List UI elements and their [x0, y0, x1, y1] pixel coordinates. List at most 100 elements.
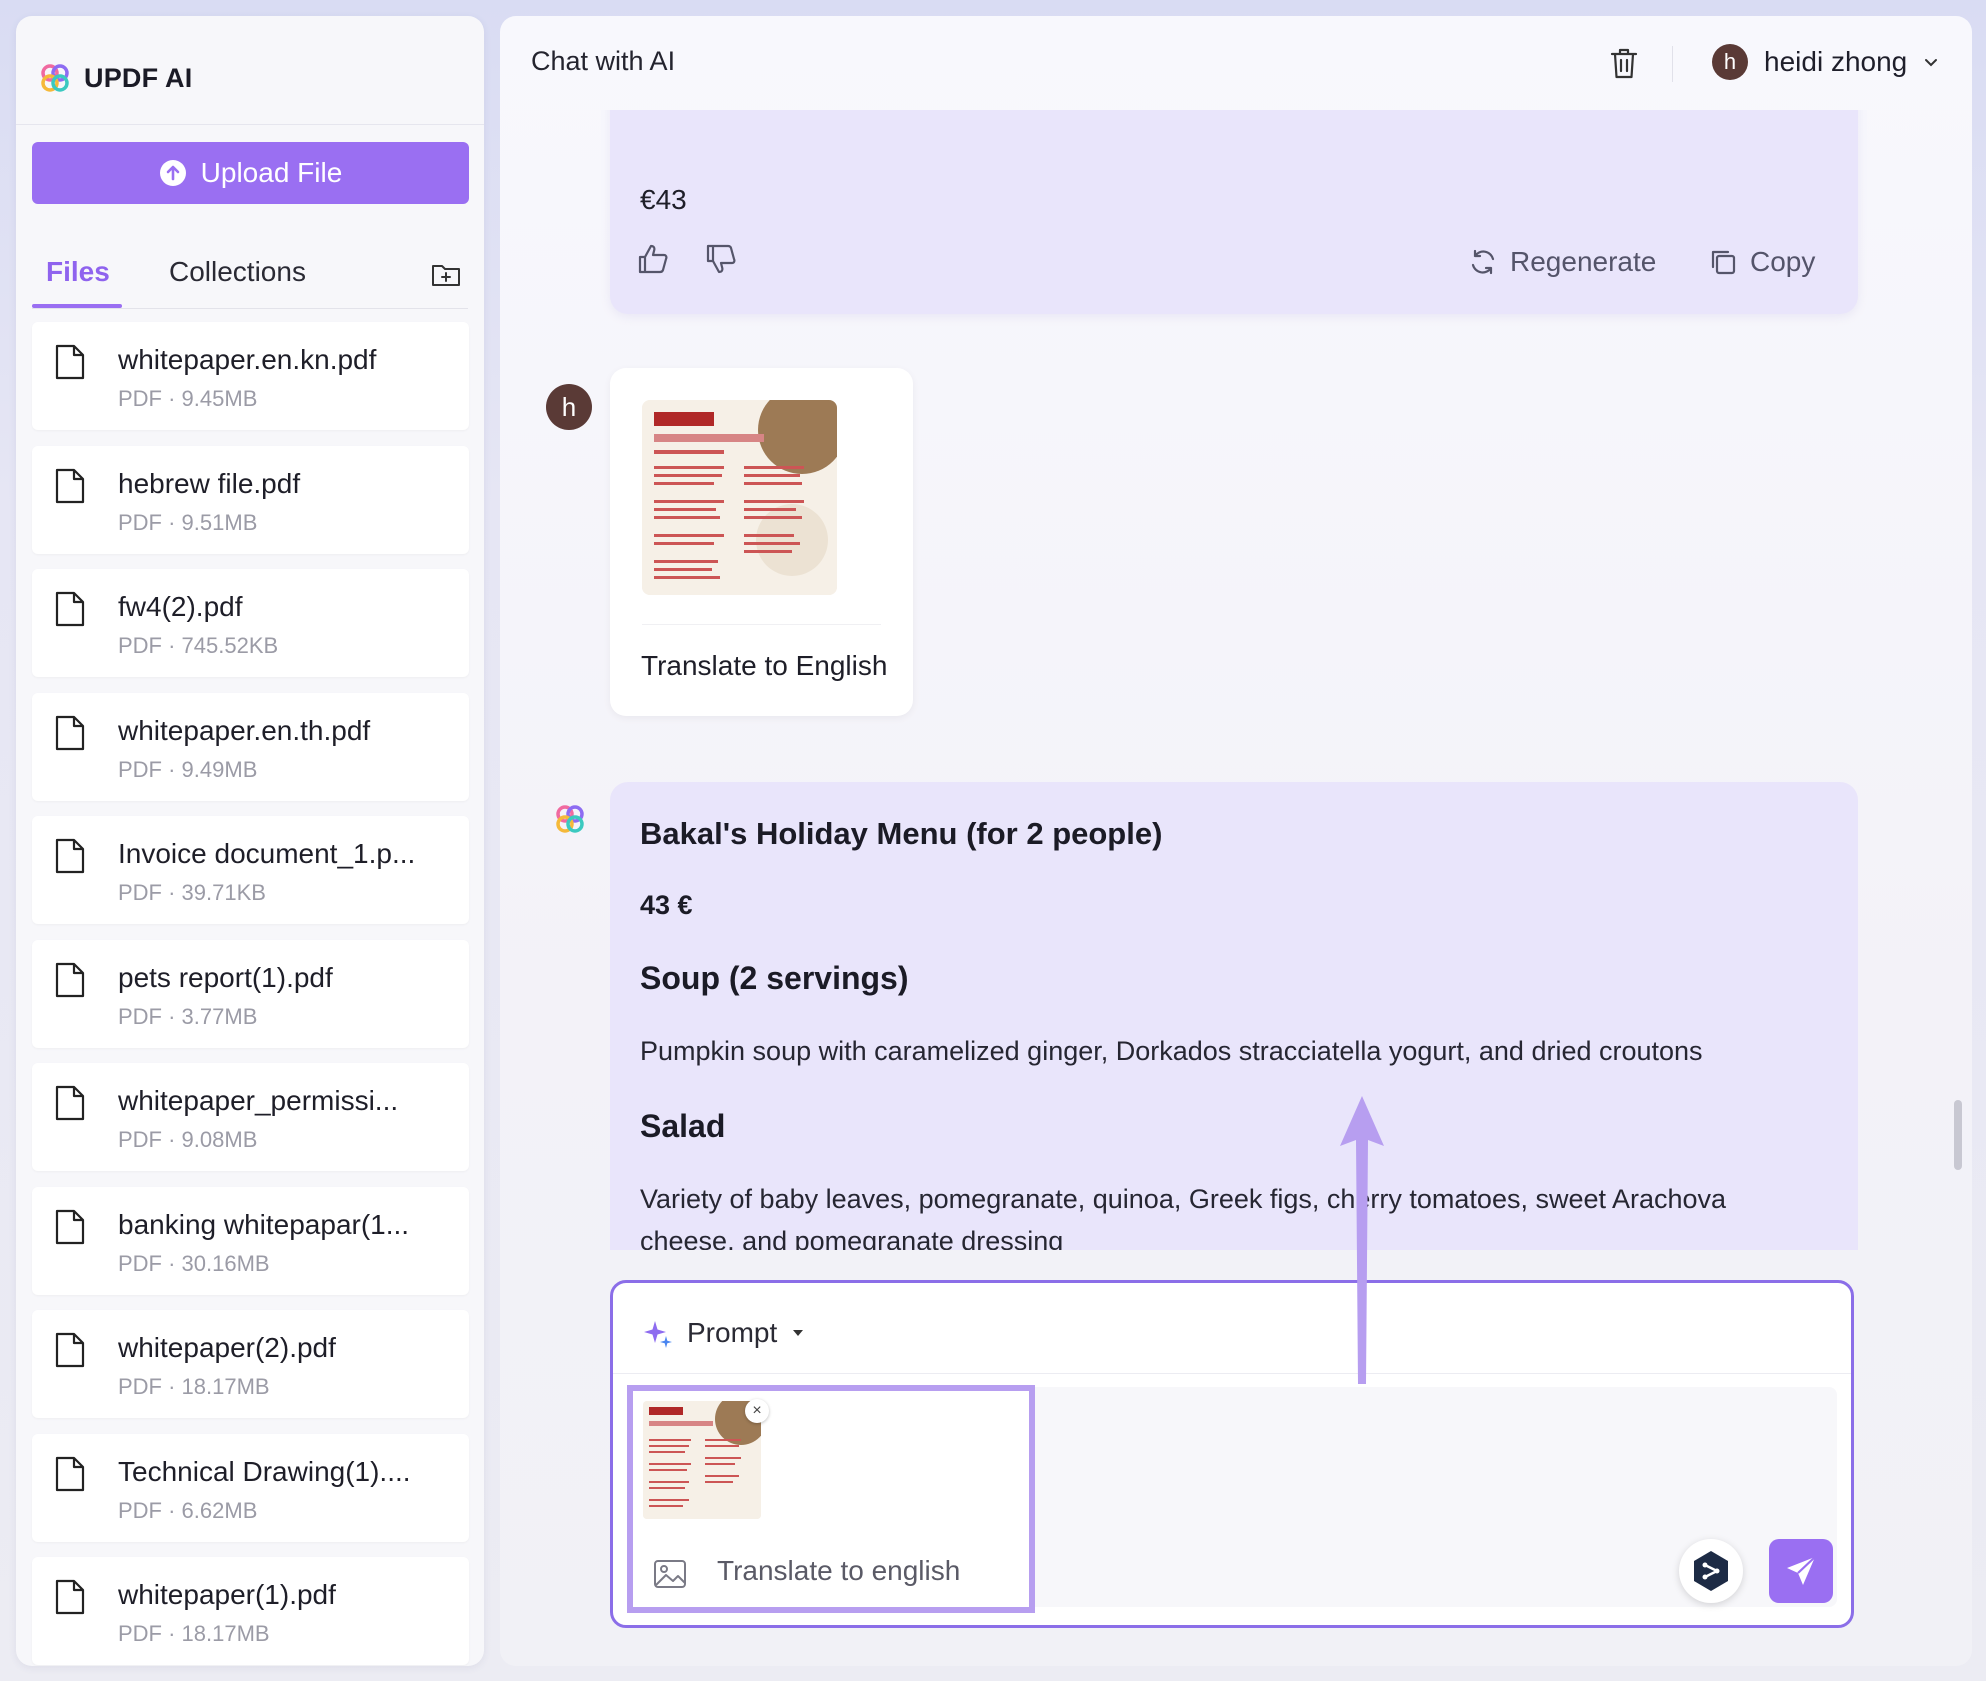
file-item[interactable]: whitepaper(2).pdf PDF · 18.17MB — [32, 1310, 469, 1418]
file-item[interactable]: banking whitepapar(1... PDF · 30.16MB — [32, 1187, 469, 1295]
caret-down-icon — [793, 1330, 804, 1336]
section-text: cheese, and pomegranate dressing — [640, 1226, 1064, 1250]
file-meta: PDF · 18.17MB — [118, 1621, 270, 1646]
message-text: Translate to English — [641, 650, 888, 681]
file-meta: PDF · 9.08MB — [118, 1127, 258, 1152]
file-meta: PDF · 9.49MB — [118, 757, 258, 782]
send-button[interactable] — [1769, 1539, 1833, 1603]
attachment-card[interactable]: × Translate to english — [627, 1385, 1035, 1613]
section-heading: Salad — [640, 1108, 726, 1144]
file-item[interactable]: whitepaper_permissi... PDF · 9.08MB — [32, 1063, 469, 1171]
user-name: heidi zhong — [1764, 46, 1908, 77]
upload-file-label: Upload File — [200, 157, 343, 188]
page-title: Chat with AI — [531, 46, 676, 76]
sidebar-tabs: Files Collections — [32, 238, 468, 309]
refresh-icon — [1471, 249, 1495, 275]
document-icon — [55, 962, 85, 998]
trash-icon[interactable] — [1608, 46, 1640, 80]
document-icon — [55, 468, 85, 504]
attachment-thumbnail — [643, 1401, 761, 1519]
updf-ai-logo-icon — [41, 64, 69, 92]
file-meta: PDF · 39.71KB — [118, 880, 266, 905]
file-name: whitepaper.en.kn.pdf — [118, 344, 377, 375]
sparkle-icon — [644, 1321, 672, 1348]
chat-messages: €43 Regenerate Copy h Translate to Engli… — [500, 110, 1972, 1250]
file-item[interactable]: pets report(1).pdf PDF · 3.77MB — [32, 940, 469, 1048]
document-icon — [55, 591, 85, 627]
file-item[interactable]: Technical Drawing(1).... PDF · 6.62MB — [32, 1434, 469, 1542]
file-meta: PDF · 9.51MB — [118, 510, 258, 535]
file-item[interactable]: whitepaper.en.th.pdf PDF · 9.49MB — [32, 693, 469, 801]
document-icon — [55, 1085, 85, 1121]
brand: UPDF AI — [40, 46, 192, 110]
active-tab-indicator — [32, 304, 122, 308]
document-icon — [55, 715, 85, 751]
copy-icon — [1711, 250, 1736, 275]
composer-divider — [613, 1373, 1851, 1374]
file-item[interactable]: whitepaper.en.kn.pdf PDF · 9.45MB — [32, 322, 469, 430]
answer-title: Bakal's Holiday Menu (for 2 people) — [640, 816, 1163, 851]
file-item[interactable]: fw4(2).pdf PDF · 745.52KB — [32, 569, 469, 677]
answer-price: 43 € — [640, 890, 693, 920]
hexagon-ai-icon — [1694, 1551, 1728, 1591]
ai-message: €43 Regenerate Copy — [610, 110, 1858, 314]
chat-panel: Chat with AI h heidi zhong €43 Regenerat… — [500, 16, 1972, 1666]
menu-image-thumbnail[interactable] — [642, 400, 837, 595]
file-name: whitepaper.en.th.pdf — [118, 715, 371, 746]
file-name: pets report(1).pdf — [118, 962, 333, 993]
regenerate-label: Regenerate — [1510, 246, 1657, 277]
chevron-down-icon — [1925, 59, 1938, 67]
remove-attachment-close-icon[interactable]: × — [745, 1399, 769, 1423]
prompt-dropdown[interactable]: Prompt — [643, 1317, 805, 1349]
annotation-arrow-icon — [1340, 1096, 1384, 1384]
file-item[interactable]: Invoice document_1.p... PDF · 39.71KB — [32, 816, 469, 924]
image-icon — [654, 1560, 686, 1588]
document-icon — [55, 344, 85, 380]
send-icon — [1787, 1556, 1816, 1585]
file-meta: PDF · 6.62MB — [118, 1498, 258, 1523]
ai-tool-button[interactable] — [1679, 1539, 1743, 1603]
file-meta: PDF · 30.16MB — [118, 1251, 270, 1276]
document-icon — [55, 1579, 85, 1615]
attachment-image — [643, 1401, 761, 1519]
copy-label: Copy — [1750, 246, 1816, 277]
file-name: banking whitepapar(1... — [118, 1209, 410, 1240]
prompt-label: Prompt — [687, 1317, 778, 1348]
section-text: Pumpkin soup with caramelized ginger, Do… — [640, 1036, 1703, 1066]
sidebar: UPDF AI Upload File Files Collections wh… — [16, 16, 484, 1666]
section-text: Variety of baby leaves, pomegranate, qui… — [640, 1184, 1727, 1214]
copy-button[interactable]: Copy — [1708, 246, 1815, 278]
avatar: h — [1712, 44, 1748, 80]
tab-collections[interactable]: Collections — [169, 256, 306, 288]
chat-scrollbar[interactable] — [1954, 1100, 1962, 1170]
file-meta: PDF · 9.45MB — [118, 386, 258, 411]
file-name: Invoice document_1.p... — [118, 838, 416, 869]
regenerate-button[interactable]: Regenerate — [1468, 246, 1656, 278]
user-menu[interactable]: h heidi zhong — [1712, 44, 1939, 80]
file-name: fw4(2).pdf — [118, 591, 243, 622]
thumbs-down-icon[interactable] — [704, 242, 738, 276]
message-divider — [642, 624, 881, 625]
upload-file-button[interactable]: Upload File — [32, 142, 469, 204]
file-item[interactable]: hebrew file.pdf PDF · 9.51MB — [32, 446, 469, 554]
file-item[interactable]: whitepaper(1).pdf PDF · 18.17MB — [32, 1557, 469, 1665]
file-name: hebrew file.pdf — [118, 468, 301, 499]
header-divider — [1672, 46, 1673, 82]
new-folder-icon[interactable] — [430, 258, 462, 290]
file-name: whitepaper(1).pdf — [118, 1579, 336, 1610]
section-heading: Soup (2 servings) — [640, 960, 909, 996]
user-message: Translate to English — [610, 368, 913, 716]
sidebar-divider — [16, 124, 484, 125]
file-meta: PDF · 745.52KB — [118, 633, 279, 658]
file-meta: PDF · 3.77MB — [118, 1004, 258, 1029]
file-name: whitepaper_permissi... — [118, 1085, 399, 1116]
user-avatar: h — [546, 384, 592, 430]
tab-files[interactable]: Files — [46, 256, 110, 288]
document-icon — [55, 1209, 85, 1245]
app-name: UPDF AI — [84, 62, 193, 93]
document-icon — [55, 1456, 85, 1492]
thumbs-up-icon[interactable] — [636, 242, 670, 276]
ai-avatar-icon — [556, 805, 584, 833]
file-meta: PDF · 18.17MB — [118, 1374, 270, 1399]
document-icon — [55, 838, 85, 874]
